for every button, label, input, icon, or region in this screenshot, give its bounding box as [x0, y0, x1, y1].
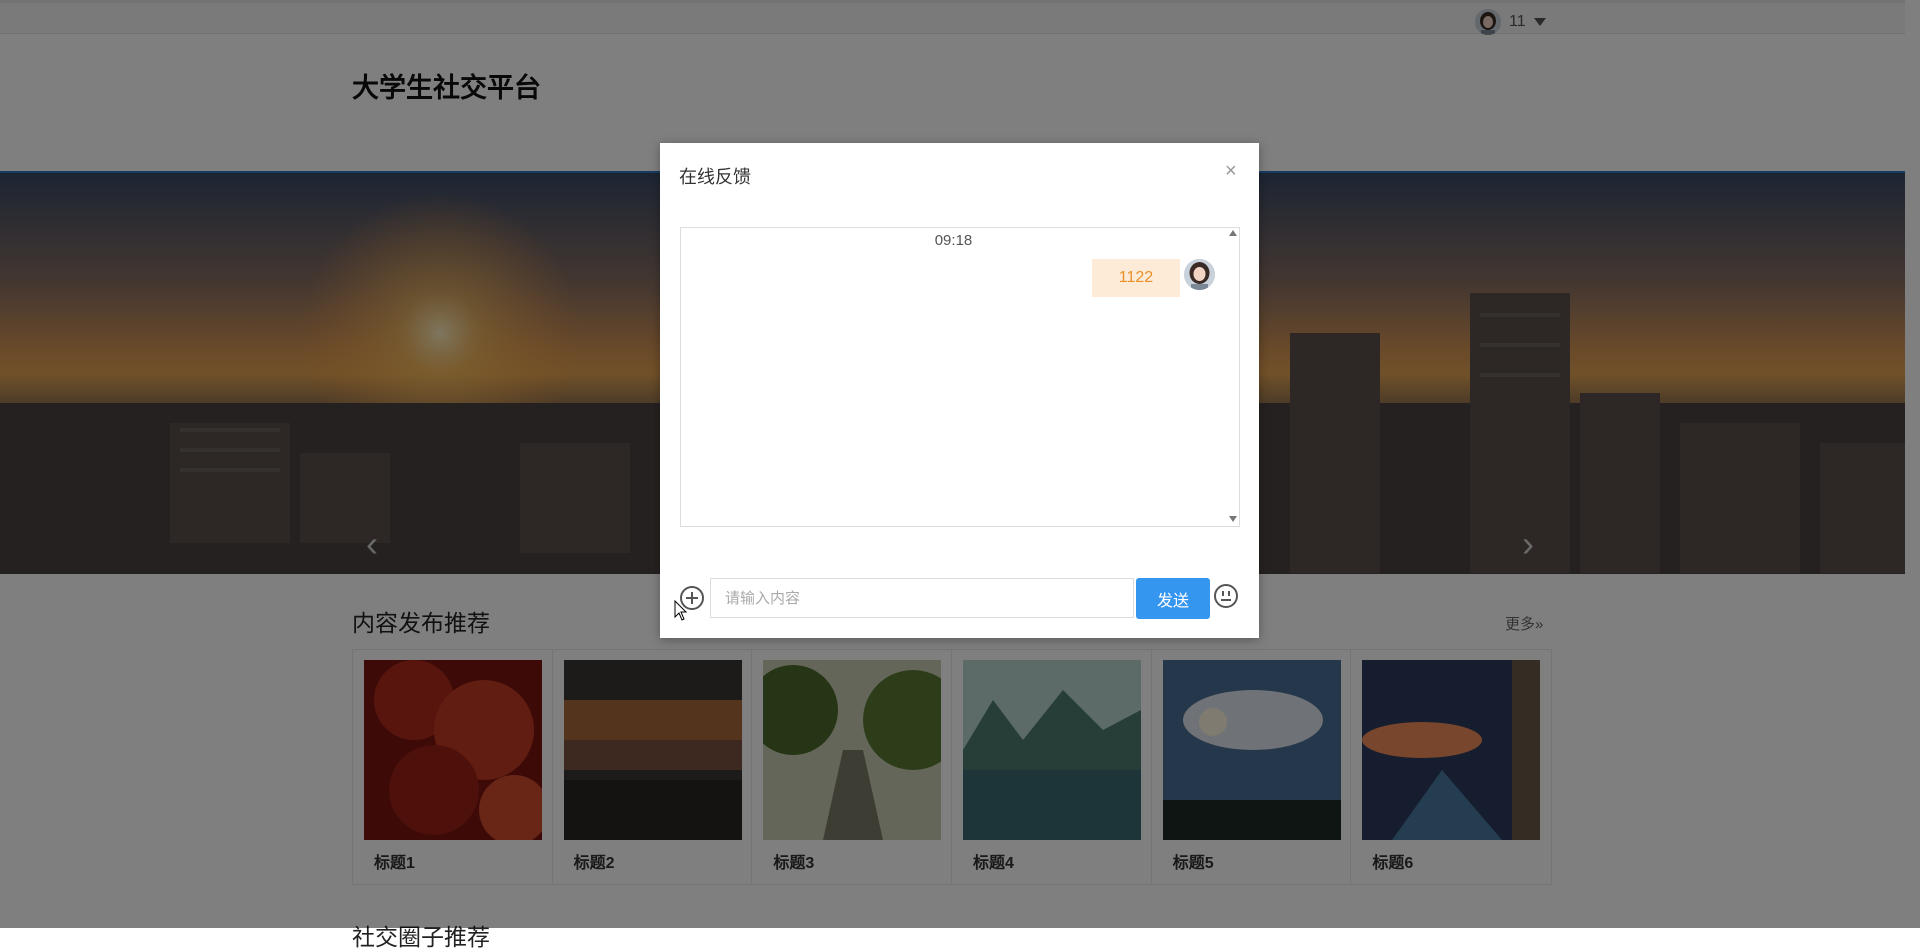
dialog-title: 在线反馈: [679, 167, 751, 187]
scroll-up-icon[interactable]: [1229, 230, 1237, 236]
close-icon[interactable]: ×: [1225, 161, 1237, 181]
send-button[interactable]: 发送: [1136, 578, 1210, 619]
message-timestamp: 09:18: [934, 232, 973, 249]
feedback-dialog: 在线反馈 × 09:18 1122 发送: [660, 143, 1259, 638]
chat-history[interactable]: 09:18 1122: [680, 227, 1240, 527]
mouse-cursor: [674, 600, 688, 621]
message-input[interactable]: [710, 578, 1134, 618]
message-bubble: 1122: [1092, 259, 1180, 297]
scroll-down-icon[interactable]: [1229, 516, 1237, 522]
message-avatar: [1184, 259, 1215, 290]
emoji-icon[interactable]: [1213, 583, 1239, 609]
